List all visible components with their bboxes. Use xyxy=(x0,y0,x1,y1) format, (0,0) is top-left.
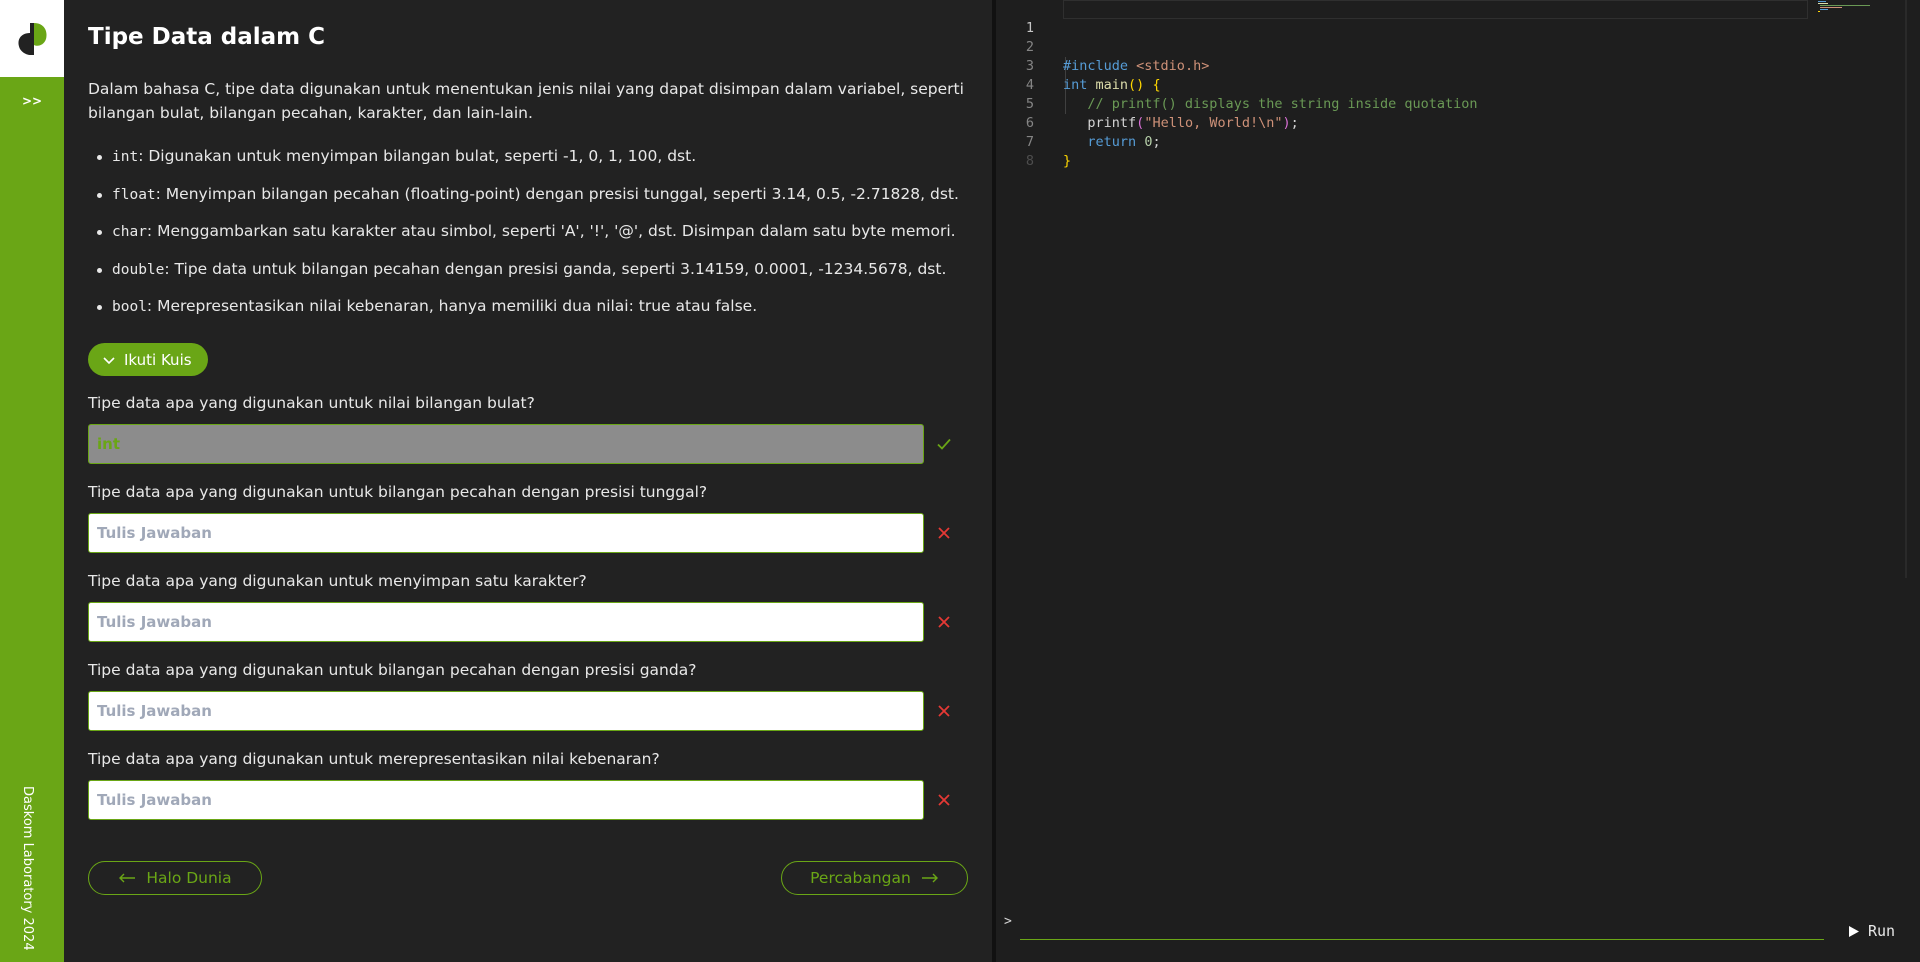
type-code: char xyxy=(112,224,147,241)
line-number: 8 xyxy=(1025,153,1034,169)
prev-lesson-label: Halo Dunia xyxy=(146,869,232,887)
answer-input[interactable] xyxy=(88,780,924,820)
quiz-question: Tipe data apa yang digunakan untuk bilan… xyxy=(88,661,697,679)
answer-input[interactable] xyxy=(88,513,924,553)
arrow-left-icon xyxy=(119,873,136,883)
type-desc: : Merepresentasikan nilai kebenaran, han… xyxy=(146,297,758,316)
code-token: } xyxy=(1063,153,1072,169)
code-line: 5 printf("Hello, World!\n"); xyxy=(996,76,1916,131)
code-line: 1 xyxy=(996,0,1916,36)
page-title: Tipe Data dalam C xyxy=(88,24,326,50)
quiz-question: Tipe data apa yang digunakan untuk nilai… xyxy=(88,394,535,412)
arrow-right-icon xyxy=(921,873,938,883)
editor-scrollbar[interactable] xyxy=(1905,0,1907,578)
quiz-question: Tipe data apa yang digunakan untuk bilan… xyxy=(88,483,708,501)
cross-icon xyxy=(934,523,954,543)
lesson-intro: Dalam bahasa C, tipe data digunakan untu… xyxy=(88,80,964,122)
sidebar-footer-text: Daskom Laboratory 2024 xyxy=(20,786,35,951)
answer-input[interactable] xyxy=(88,691,924,731)
list-item: double: Tipe data untuk bilangan pecahan… xyxy=(88,257,968,295)
answer-input[interactable] xyxy=(88,602,924,642)
type-desc: : Menggambarkan satu karakter atau simbo… xyxy=(146,222,956,241)
list-item: int: Digunakan untuk menyimpan bilangan … xyxy=(88,144,968,182)
type-code: double xyxy=(112,261,165,278)
run-label: Run xyxy=(1868,922,1896,940)
type-desc: : Tipe data untuk bilangan pecahan denga… xyxy=(164,259,947,278)
type-desc: : Digunakan untuk menyimpan bilangan bul… xyxy=(138,147,697,165)
list-item: char: Menggambarkan satu karakter atau s… xyxy=(88,219,968,257)
play-icon xyxy=(1849,925,1859,937)
quiz-question: Tipe data apa yang digunakan untuk merep… xyxy=(88,750,660,768)
code-line: 8 xyxy=(996,133,1916,169)
lesson-panel: Tipe Data dalam C Dalam bahasa C, tipe d… xyxy=(64,0,992,962)
quiz-toggle-button[interactable]: Ikuti Kuis xyxy=(88,343,208,376)
sidebar: >> Daskom Laboratory 2024 xyxy=(0,0,64,962)
data-type-list: int: Digunakan untuk menyimpan bilangan … xyxy=(88,144,968,332)
minimap[interactable] xyxy=(1818,0,1878,14)
quiz-question: Tipe data apa yang digunakan untuk menyi… xyxy=(88,572,587,590)
check-icon xyxy=(934,434,954,454)
terminal-prompt: > xyxy=(1004,914,1012,929)
code-line: 2 #include <stdio.h> xyxy=(996,19,1916,74)
sidebar-expand-button[interactable]: >> xyxy=(0,94,64,108)
type-code: bool xyxy=(112,299,147,316)
list-item: bool: Merepresentasikan nilai kebenaran,… xyxy=(88,294,968,332)
run-button[interactable]: Run xyxy=(1848,922,1895,940)
terminal-input[interactable] xyxy=(1020,920,1824,940)
type-desc: : Menyimpan bilangan pecahan (floating-p… xyxy=(155,184,959,203)
next-lesson-label: Percabangan xyxy=(810,869,911,887)
code-line: 7 } xyxy=(996,114,1916,169)
cross-icon xyxy=(934,790,954,810)
next-lesson-button[interactable]: Percabangan xyxy=(781,861,968,895)
answer-input[interactable] xyxy=(88,424,924,464)
list-item: float: Menyimpan bilangan pecahan (float… xyxy=(88,182,968,220)
type-code: float xyxy=(112,186,156,203)
logo-icon xyxy=(14,20,50,57)
code-line: 6 return 0; xyxy=(996,95,1916,150)
logo[interactable] xyxy=(0,0,64,77)
code-editor[interactable]: 1 2 #include <stdio.h> 3 int main() { 4 … xyxy=(996,0,1920,962)
cross-icon xyxy=(934,701,954,721)
app: >> Daskom Laboratory 2024 Tipe Data dala… xyxy=(0,0,1920,962)
type-code: int xyxy=(112,149,139,165)
code-line: 4 // printf() displays the string inside… xyxy=(996,57,1916,112)
cross-icon xyxy=(934,612,954,632)
prev-lesson-button[interactable]: Halo Dunia xyxy=(88,861,262,895)
quiz-toggle-label: Ikuti Kuis xyxy=(124,350,192,369)
code-line: 3 int main() { xyxy=(996,38,1916,93)
chevron-down-icon xyxy=(103,356,115,364)
